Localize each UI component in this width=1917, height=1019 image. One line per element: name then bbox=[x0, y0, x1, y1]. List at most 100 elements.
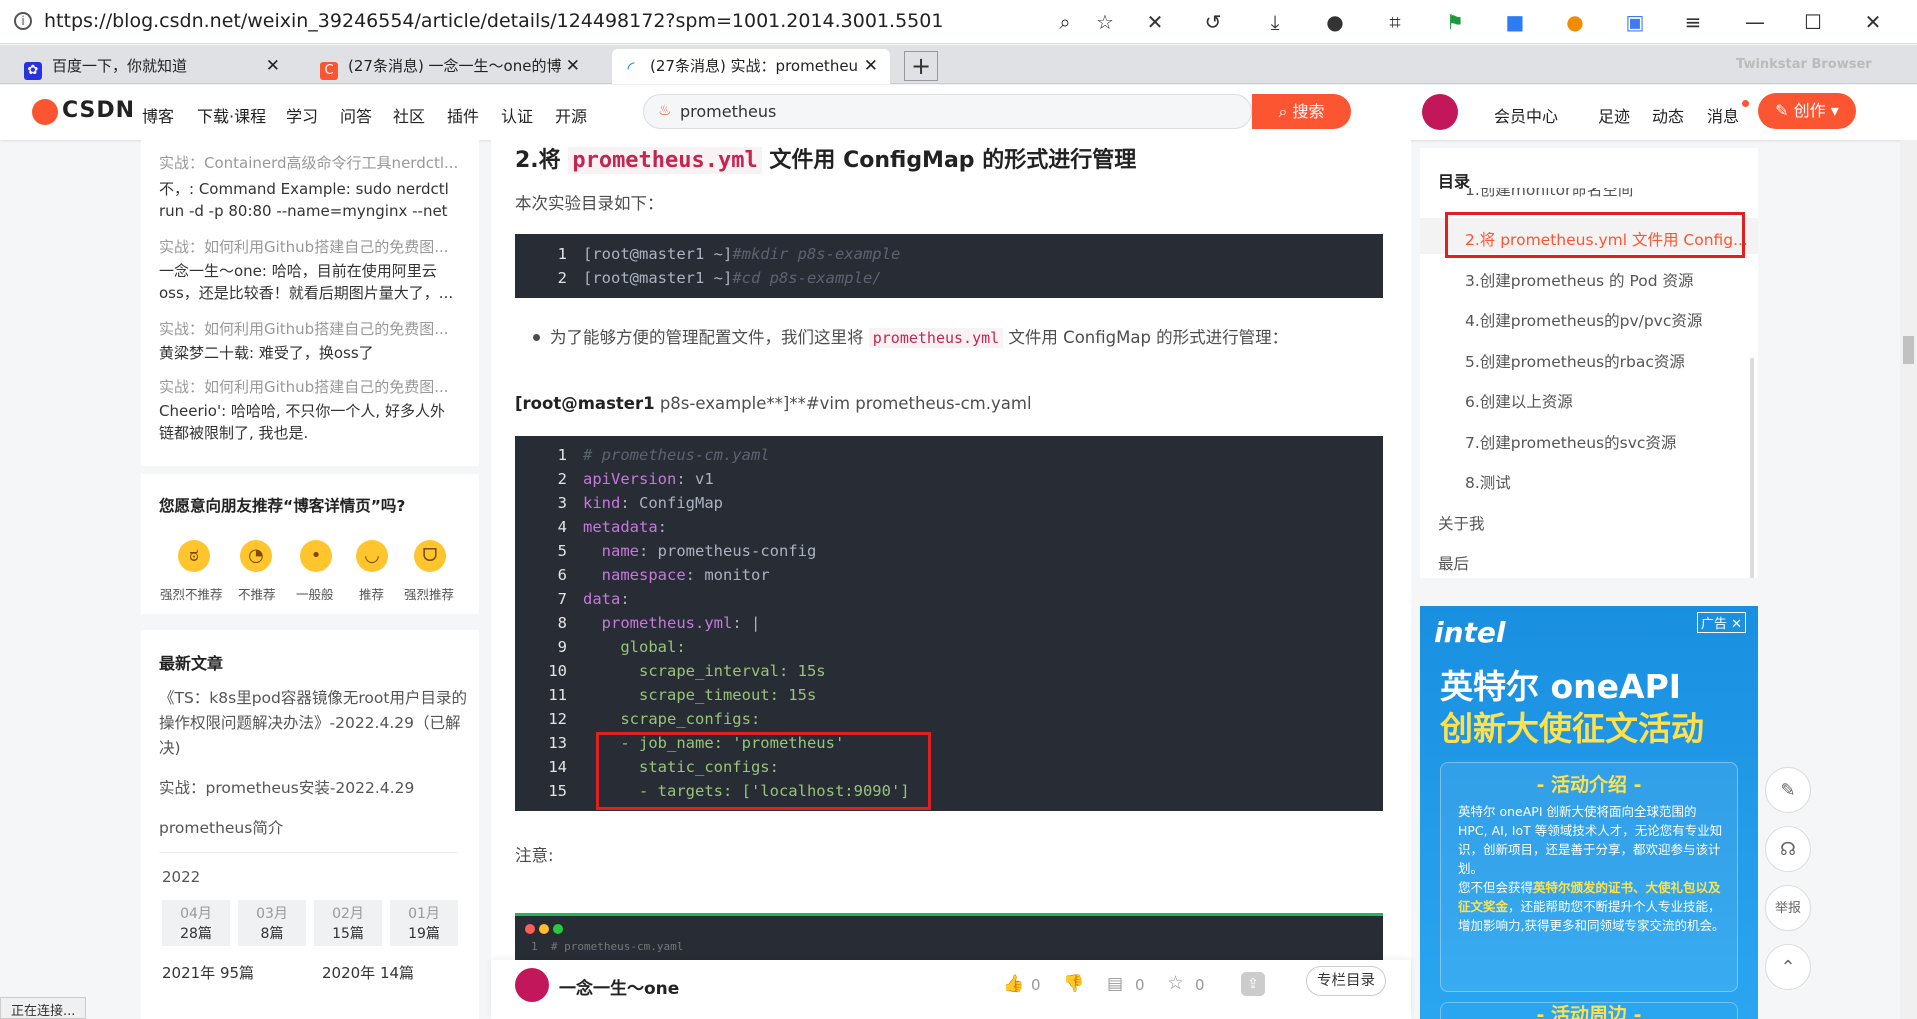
dislike-icon[interactable]: 👎 bbox=[1063, 974, 1084, 994]
toc-item[interactable]: 关于我 bbox=[1438, 512, 1485, 534]
menu-icon[interactable]: ≡ bbox=[1680, 9, 1706, 35]
line-number: 5 bbox=[557, 542, 567, 560]
comment-title[interactable]: 实战：Containerd高级命令行工具nerdctl... bbox=[159, 152, 459, 173]
new-tab-button[interactable]: + bbox=[904, 51, 938, 81]
scrollbar-thumb[interactable] bbox=[1903, 336, 1914, 364]
close-window-icon[interactable]: ✕ bbox=[1860, 9, 1886, 35]
intel-logo: intel bbox=[1434, 616, 1506, 649]
nav-cert[interactable]: 认证 bbox=[501, 103, 533, 127]
report-button[interactable]: 举报 bbox=[1765, 885, 1811, 931]
unhappy-face-icon[interactable]: ◔ bbox=[240, 540, 272, 572]
toc-item[interactable]: 6.创建以上资源 bbox=[1465, 390, 1573, 412]
toc-item[interactable]: 5.创建prometheus的rbac资源 bbox=[1465, 350, 1685, 372]
toc-scrollbar[interactable] bbox=[1750, 358, 1754, 578]
toc-item[interactable]: 最后 bbox=[1438, 552, 1469, 574]
nav-opensource[interactable]: 开源 bbox=[555, 103, 587, 127]
zoom-icon[interactable]: ⌕ bbox=[1052, 9, 1078, 35]
author-name[interactable]: 一念一生～one bbox=[559, 974, 679, 999]
archive-year-2021[interactable]: 2021年 95篇 bbox=[162, 962, 254, 983]
archive-month[interactable]: 04月 28篇 bbox=[162, 900, 230, 946]
ad-tag[interactable]: 广告 ✕ bbox=[1697, 612, 1747, 633]
nav-vip[interactable]: 会员中心 bbox=[1494, 103, 1558, 127]
share-icon[interactable]: ⇪ bbox=[1241, 972, 1265, 996]
latest-article[interactable]: prometheus简介 bbox=[159, 816, 283, 838]
create-button[interactable]: ✎ 创作 ▾ bbox=[1758, 93, 1856, 129]
angry-face-icon[interactable]: ಠ bbox=[178, 540, 210, 572]
toc-item[interactable]: 3.创建prometheus 的 Pod 资源 bbox=[1465, 269, 1694, 291]
nav-community[interactable]: 社区 bbox=[393, 103, 425, 127]
toc-item[interactable]: 7.创建prometheus的svc资源 bbox=[1465, 431, 1676, 453]
code-line: data: bbox=[583, 590, 630, 608]
month-count: 8篇 bbox=[260, 926, 284, 942]
comment-title[interactable]: 实战：如何利用Github搭建自己的免费图... bbox=[159, 318, 459, 339]
latest-article[interactable]: 《TS：k8s里pod容器镜像无root用户目录的操作权限问题解决办法》-202… bbox=[159, 686, 469, 761]
search-input[interactable]: ♨ prometheus bbox=[643, 94, 1252, 129]
scrollbar[interactable] bbox=[1900, 140, 1917, 1019]
clip-ext-icon[interactable]: ■ bbox=[1502, 9, 1528, 35]
line-number: 6 bbox=[557, 566, 567, 584]
translate-icon[interactable]: ▣ bbox=[1622, 9, 1648, 35]
text: p8s-example**]**#vim prometheus-cm.yaml bbox=[654, 394, 1032, 413]
tab-active[interactable]: ◜ (27条消息) 实战：prometheu ✕ bbox=[612, 49, 890, 84]
avatar-ext-icon[interactable]: ● bbox=[1322, 9, 1348, 35]
nav-download[interactable]: 下载·课程 bbox=[197, 103, 266, 127]
close-icon[interactable]: ✕ bbox=[864, 49, 878, 84]
tab-baidu[interactable]: ✿ 百度一下，你就知道 ✕ bbox=[14, 49, 292, 84]
like-icon[interactable]: 👍 bbox=[1003, 974, 1024, 994]
nav-blog[interactable]: 博客 bbox=[142, 103, 174, 127]
close-icon[interactable]: ✕ bbox=[566, 49, 580, 84]
nav-plugin[interactable]: 插件 bbox=[447, 103, 479, 127]
csdn-logo[interactable]: CSDN bbox=[62, 98, 135, 123]
maximize-icon[interactable]: ☐ bbox=[1800, 9, 1826, 35]
csdn-icon: C bbox=[320, 62, 338, 80]
recent-comments-card: 实战：Containerd高级命令行工具nerdctl... 不，: Comma… bbox=[141, 140, 479, 466]
tab-csdn[interactable]: C (27条消息) 一念一生～one的博 ✕ bbox=[310, 49, 592, 84]
red-dot-icon bbox=[525, 924, 535, 934]
edit-icon[interactable]: ✎ bbox=[1765, 767, 1811, 813]
back-to-top-icon[interactable]: ⌃ bbox=[1765, 944, 1811, 990]
archive-month[interactable]: 02月 15篇 bbox=[314, 900, 382, 946]
toc-item[interactable]: 1.创建monitor命名空间 bbox=[1465, 188, 1633, 200]
month-count: 15篇 bbox=[332, 926, 364, 942]
archive-month[interactable]: 03月 8篇 bbox=[238, 900, 306, 946]
close-icon[interactable]: ✕ bbox=[266, 49, 280, 84]
intel-ad[interactable]: intel 广告 ✕ 英特尔 oneAPI 创新大使征文活动 - 活动介绍 - … bbox=[1420, 606, 1758, 1019]
toc-item[interactable]: 4.创建prometheus的pv/pvc资源 bbox=[1465, 309, 1702, 331]
stop-icon[interactable]: ✕ bbox=[1142, 9, 1168, 35]
smile-face-icon[interactable]: ◡ bbox=[356, 540, 388, 572]
archive-year: 2022 bbox=[162, 868, 201, 886]
flag-ext-icon[interactable]: ⚑ bbox=[1442, 9, 1468, 35]
info-icon[interactable]: i bbox=[14, 12, 32, 30]
toc-item[interactable]: 8.测试 bbox=[1465, 471, 1511, 493]
crop-icon[interactable]: ⌗ bbox=[1382, 9, 1408, 35]
star-icon[interactable]: ☆ bbox=[1092, 9, 1118, 35]
search-button[interactable]: ⌕ 搜索 bbox=[1252, 94, 1351, 129]
nav-dynamics[interactable]: 动态 bbox=[1652, 103, 1684, 127]
headset-icon[interactable]: ☊ bbox=[1765, 826, 1811, 872]
url-field[interactable]: https://blog.csdn.net/weixin_39246554/ar… bbox=[44, 10, 943, 32]
nav-footprint[interactable]: 足迹 bbox=[1598, 103, 1630, 127]
avatar[interactable] bbox=[1422, 94, 1458, 130]
minimize-icon[interactable]: — bbox=[1742, 9, 1768, 35]
code-line: # prometheus-cm.yaml bbox=[583, 446, 770, 464]
neutral-face-icon[interactable]: • bbox=[300, 540, 332, 572]
column-toc-button[interactable]: 专栏目录 bbox=[1306, 966, 1386, 996]
fox-ext-icon[interactable]: ● bbox=[1562, 9, 1588, 35]
archive-year-2020[interactable]: 2020年 14篇 bbox=[322, 962, 414, 983]
line-number: 3 bbox=[557, 494, 567, 512]
latest-articles-card: 最新文章 《TS：k8s里pod容器镜像无root用户目录的操作权限问题解决办法… bbox=[141, 630, 479, 1019]
favorite-icon[interactable]: ☆ bbox=[1167, 972, 1184, 994]
author-avatar[interactable] bbox=[515, 968, 549, 1002]
comment-title[interactable]: 实战：如何利用Github搭建自己的免费图... bbox=[159, 236, 459, 257]
search-icon: ⌕ bbox=[1278, 102, 1288, 121]
nav-qa[interactable]: 问答 bbox=[340, 103, 372, 127]
comment-icon[interactable]: ▤ bbox=[1107, 974, 1123, 994]
nav-messages[interactable]: 消息 bbox=[1707, 103, 1739, 127]
nav-learn[interactable]: 学习 bbox=[286, 103, 318, 127]
comment-title[interactable]: 实战：如何利用Github搭建自己的免费图... bbox=[159, 376, 459, 397]
undo-icon[interactable]: ↺ bbox=[1200, 9, 1226, 35]
archive-month[interactable]: 01月 19篇 bbox=[390, 900, 458, 946]
latest-article[interactable]: 实战：prometheus安装-2022.4.29 bbox=[159, 776, 414, 798]
grin-face-icon[interactable]: ᗜ bbox=[414, 540, 446, 572]
download-icon[interactable]: ⤓ bbox=[1262, 9, 1288, 35]
